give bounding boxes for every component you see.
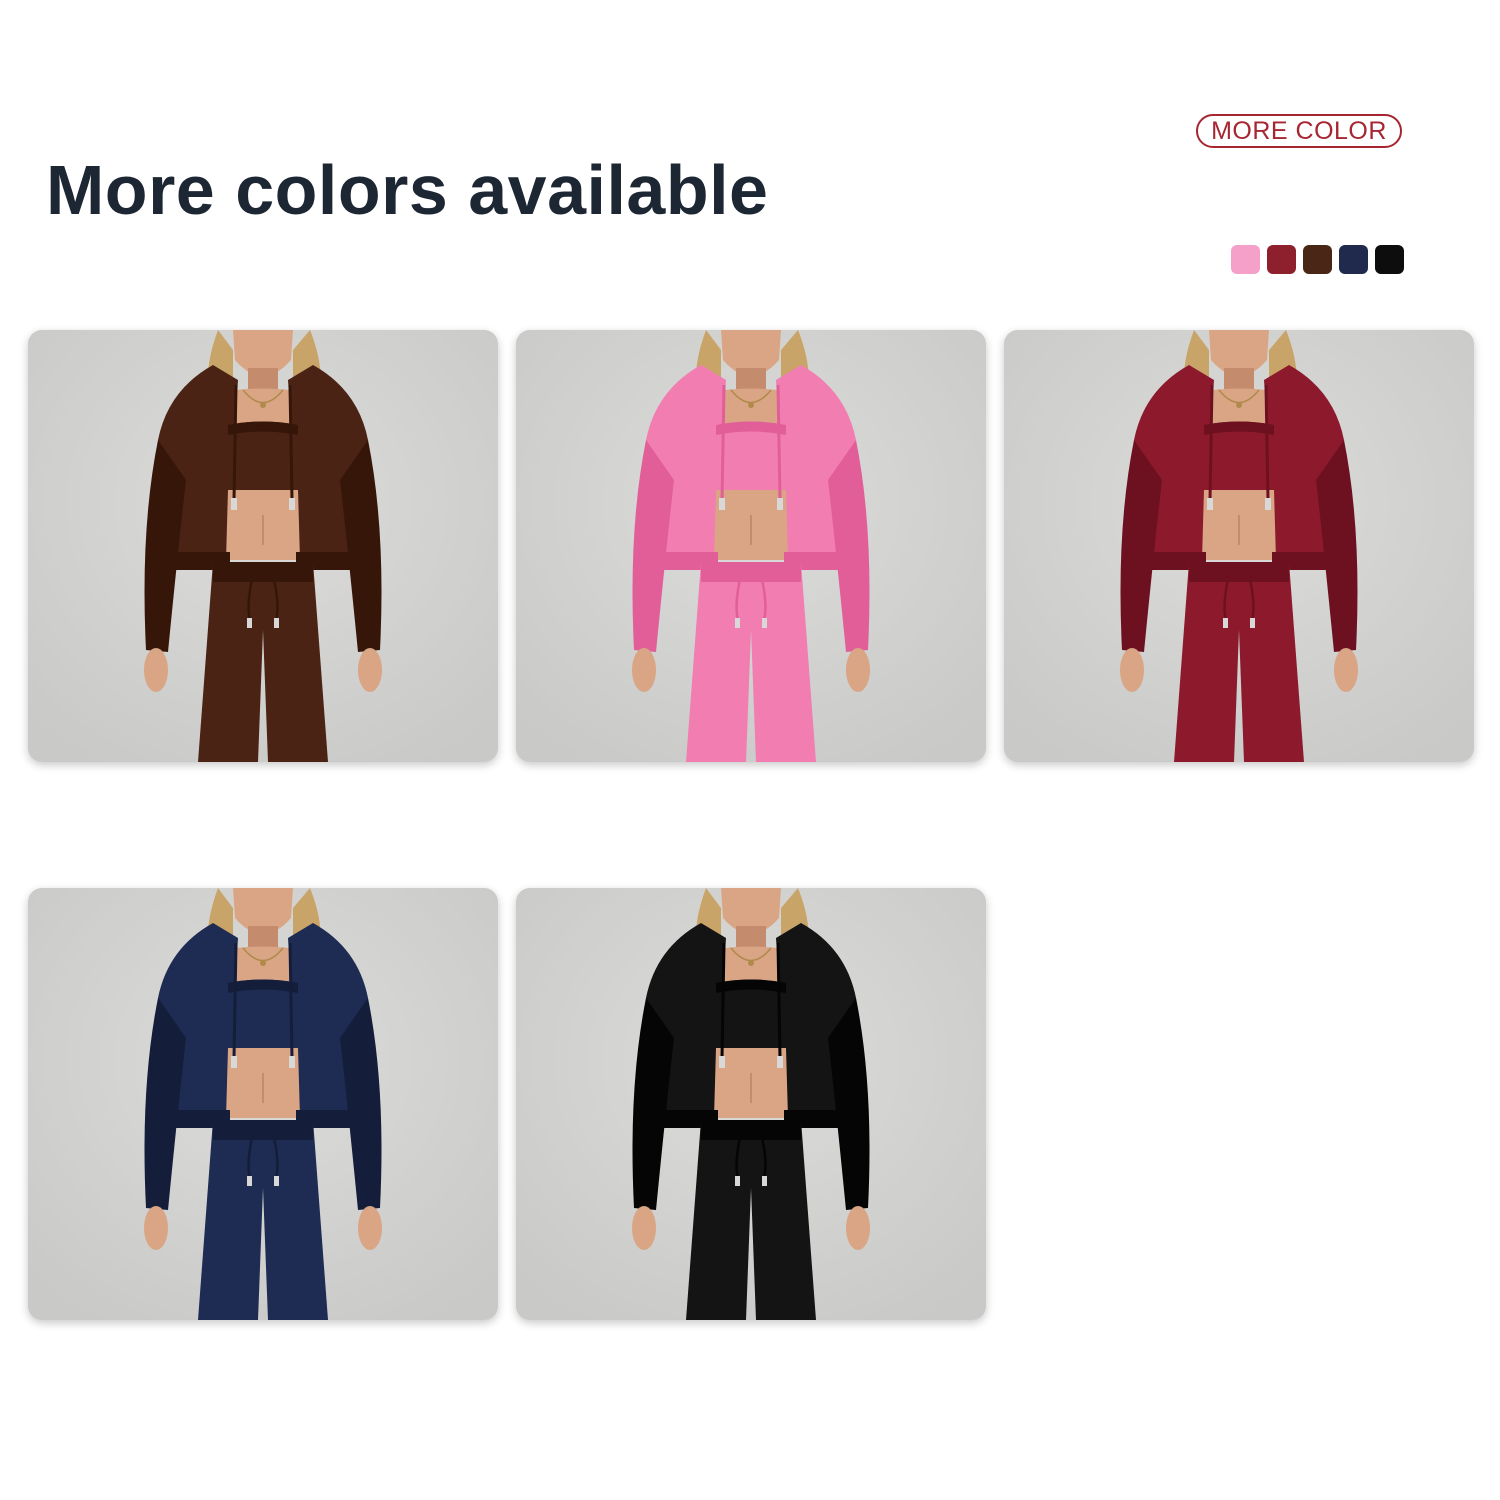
page-title: More colors available bbox=[46, 151, 769, 229]
model-illustration bbox=[516, 888, 986, 1320]
swatch-navy[interactable] bbox=[1339, 245, 1368, 274]
model-illustration bbox=[28, 330, 498, 762]
product-photo-brown[interactable] bbox=[28, 330, 498, 762]
product-photo-pink[interactable] bbox=[516, 330, 986, 762]
model-illustration bbox=[516, 330, 986, 762]
product-photo-black[interactable] bbox=[516, 888, 986, 1320]
color-swatches bbox=[1231, 245, 1404, 274]
model-illustration bbox=[28, 888, 498, 1320]
swatch-brown[interactable] bbox=[1303, 245, 1332, 274]
product-photo-burgundy[interactable] bbox=[1004, 330, 1474, 762]
swatch-pink[interactable] bbox=[1231, 245, 1260, 274]
model-illustration bbox=[1004, 330, 1474, 762]
swatch-black[interactable] bbox=[1375, 245, 1404, 274]
product-photo-navy[interactable] bbox=[28, 888, 498, 1320]
more-color-badge: MORE COLOR bbox=[1196, 114, 1402, 148]
swatch-burgundy[interactable] bbox=[1267, 245, 1296, 274]
